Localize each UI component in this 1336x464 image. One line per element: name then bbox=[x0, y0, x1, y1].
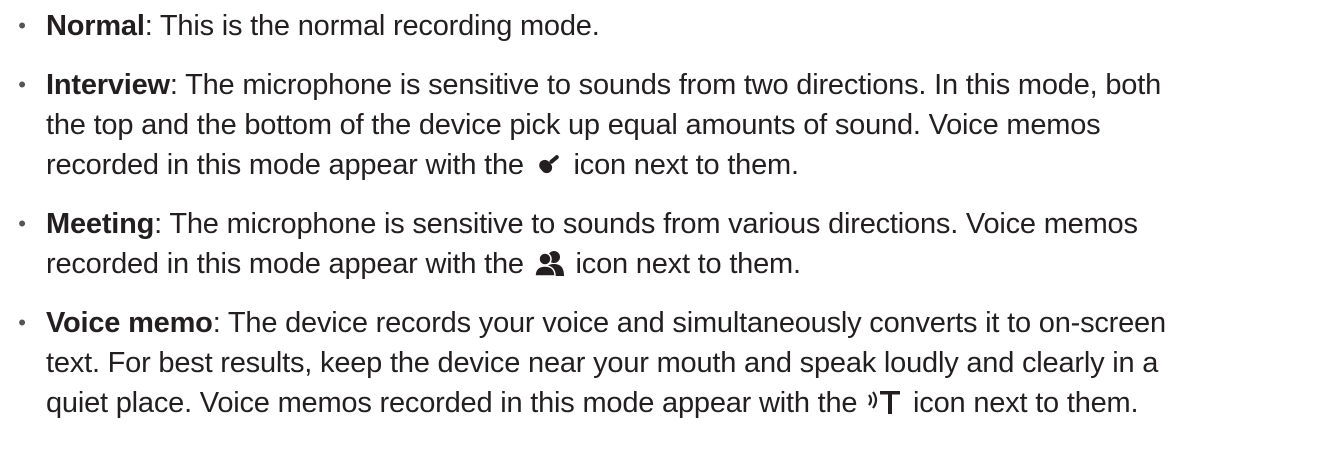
voice-to-text-icon bbox=[867, 388, 903, 416]
bullet: • bbox=[18, 211, 26, 236]
bullet: • bbox=[18, 13, 26, 38]
line: Voice memo: The device records your voic… bbox=[46, 303, 1336, 343]
description-line: recorded in this mode appear with the bbox=[46, 248, 532, 280]
description-line: : The microphone is sensitive to sounds … bbox=[169, 69, 1162, 101]
description-line: : The device records your voice and simu… bbox=[212, 307, 1166, 339]
list-item-interview: • Interview: The microphone is sensitive… bbox=[0, 65, 1336, 185]
bullet: • bbox=[18, 310, 26, 335]
description-line: icon next to them. bbox=[567, 248, 802, 280]
microphone-icon bbox=[534, 152, 564, 178]
description-line: icon next to them. bbox=[565, 149, 800, 181]
line: Interview: The microphone is sensitive t… bbox=[46, 65, 1336, 105]
description-line: recorded in this mode appear with the bbox=[46, 149, 532, 181]
line: recorded in this mode appear with the ic… bbox=[46, 244, 1336, 284]
list-item-meeting: • Meeting: The microphone is sensitive t… bbox=[0, 204, 1336, 284]
list-item-normal: • Normal: This is the normal recording m… bbox=[0, 6, 1336, 46]
term-interview: Interview bbox=[46, 69, 170, 101]
line: Meeting: The microphone is sensitive to … bbox=[46, 204, 1336, 244]
description-normal: : This is the normal recording mode. bbox=[144, 10, 600, 42]
term-normal: Normal bbox=[46, 10, 145, 42]
people-icon bbox=[533, 249, 566, 277]
list-item-voice-memo: • Voice memo: The device records your vo… bbox=[0, 303, 1336, 423]
recording-modes-list: • Normal: This is the normal recording m… bbox=[0, 0, 1336, 423]
term-voice-memo: Voice memo bbox=[46, 307, 213, 339]
line: quiet place. Voice memos recorded in thi… bbox=[46, 383, 1336, 423]
description-line: : The microphone is sensitive to sounds … bbox=[154, 208, 1138, 240]
line: recorded in this mode appear with the ic… bbox=[46, 145, 1336, 185]
description-line: icon next to them. bbox=[905, 387, 1139, 419]
line: the top and the bottom of the device pic… bbox=[46, 109, 1101, 141]
description-line: quiet place. Voice memos recorded in thi… bbox=[46, 387, 866, 419]
bullet: • bbox=[18, 72, 26, 97]
term-meeting: Meeting bbox=[46, 208, 155, 240]
line: text. For best results, keep the device … bbox=[46, 347, 1159, 379]
